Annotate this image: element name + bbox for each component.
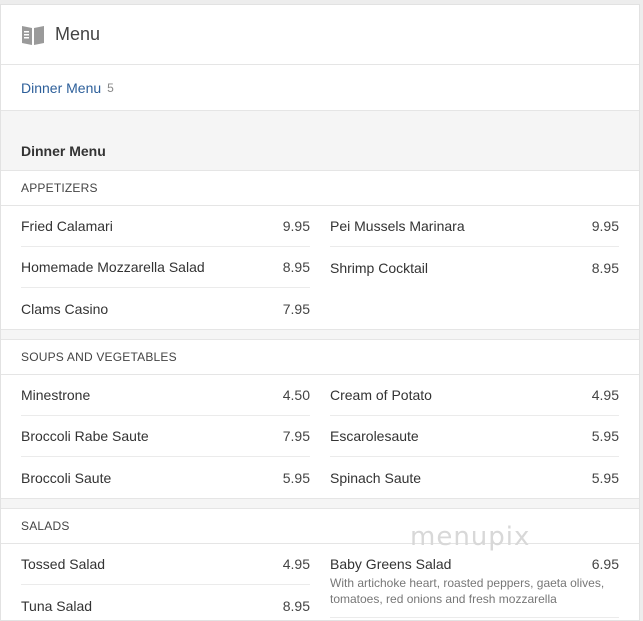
menu-count-badge: 5 (107, 80, 114, 95)
item-name: Tuna Salad (21, 597, 93, 614)
section-divider (1, 329, 639, 340)
menu-header: Menu (1, 5, 639, 65)
section-title-appetizers: APPETIZERS (1, 171, 639, 206)
item-name: Escarolesaute (330, 428, 419, 444)
section-title-salads: SALADS (1, 509, 639, 544)
menu-item: Minestrone 4.50 (21, 375, 310, 416)
item-name: Minestrone (21, 387, 91, 403)
menu-item: Tossed Salad 4.95 (21, 544, 310, 585)
menu-item: Broccoli Rabe Saute 7.95 (21, 416, 310, 457)
item-price: 9.95 (591, 218, 619, 234)
section-divider (1, 498, 639, 509)
divider-band (1, 111, 639, 132)
section-salads: Tossed Salad 4.95 Tuna Salad 8.95 Baby G… (1, 544, 639, 620)
item-price: 7.95 (282, 300, 310, 317)
menu-title: Dinner Menu (21, 143, 106, 159)
menu-item: Fried Calamari 9.95 (21, 206, 310, 247)
item-price: 4.95 (282, 556, 310, 572)
menu-item: Escarolesaute 5.95 (330, 416, 619, 457)
menu-subnav: Dinner Menu 5 (1, 65, 639, 111)
item-price: 8.95 (282, 597, 310, 614)
section-title-soups: SOUPS AND VEGETABLES (1, 340, 639, 375)
menu-item: Baby Greens Salad 6.95 With artichoke he… (330, 544, 619, 618)
page-title: Menu (55, 24, 101, 44)
menu-item: Broccoli Saute 5.95 (21, 457, 310, 498)
item-name: Shrimp Cocktail (330, 259, 429, 276)
item-name: Baby Greens Salad (330, 556, 452, 572)
item-price: 4.95 (591, 387, 619, 403)
menu-column-right: Cream of Potato 4.95 Escarolesaute 5.95 … (330, 375, 619, 498)
item-price: 5.95 (591, 469, 619, 486)
item-description: With artichoke heart, roasted peppers, g… (330, 576, 605, 606)
item-name: Fried Calamari (21, 218, 113, 234)
item-price: 4.50 (282, 387, 310, 403)
menu-item: Shrimp Cocktail 8.95 (330, 247, 619, 288)
item-name: Tossed Salad (21, 556, 106, 572)
item-price: 5.95 (591, 428, 619, 444)
section-appetizers: Fried Calamari 9.95 Homemade Mozzarella … (1, 206, 639, 329)
menu-item: Pei Mussels Marinara 9.95 (330, 206, 619, 247)
menu-item: Homemade Mozzarella Salad 8.95 (21, 247, 310, 288)
item-price: 7.95 (282, 428, 310, 444)
menu-item: Spinach Saute 5.95 (330, 457, 619, 498)
menu-item: Cream of Potato 4.95 (330, 375, 619, 416)
menu-column-right: Pei Mussels Marinara 9.95 Shrimp Cocktai… (330, 206, 619, 329)
menu-column-left: Fried Calamari 9.95 Homemade Mozzarella … (21, 206, 310, 329)
item-name: Pei Mussels Marinara (330, 218, 465, 234)
dinner-menu-link[interactable]: Dinner Menu (21, 80, 101, 96)
item-name: Clams Casino (21, 300, 109, 317)
menu-column-right: Baby Greens Salad 6.95 With artichoke he… (330, 544, 619, 620)
section-soups: Minestrone 4.50 Broccoli Rabe Saute 7.95… (1, 375, 639, 498)
menu-title-row: Dinner Menu (1, 132, 639, 171)
menu-book-icon (22, 25, 44, 45)
item-name: Broccoli Rabe Saute (21, 428, 149, 444)
item-name: Cream of Potato (330, 387, 432, 403)
item-name: Homemade Mozzarella Salad (21, 259, 205, 275)
item-name: Spinach Saute (330, 469, 422, 486)
menu-item: Clams Casino 7.95 (21, 288, 310, 329)
menu-column-left: Minestrone 4.50 Broccoli Rabe Saute 7.95… (21, 375, 310, 498)
item-price: 6.95 (591, 556, 619, 572)
item-price: 8.95 (282, 259, 310, 275)
menu-item: Tuna Salad 8.95 (21, 585, 310, 620)
item-price: 9.95 (282, 218, 310, 234)
menu-card: Menu Dinner Menu 5 Dinner Menu APPETIZER… (0, 4, 640, 621)
menu-column-left: Tossed Salad 4.95 Tuna Salad 8.95 (21, 544, 310, 620)
item-price: 5.95 (282, 469, 310, 486)
item-price: 8.95 (591, 259, 619, 276)
item-name: Broccoli Saute (21, 469, 112, 486)
